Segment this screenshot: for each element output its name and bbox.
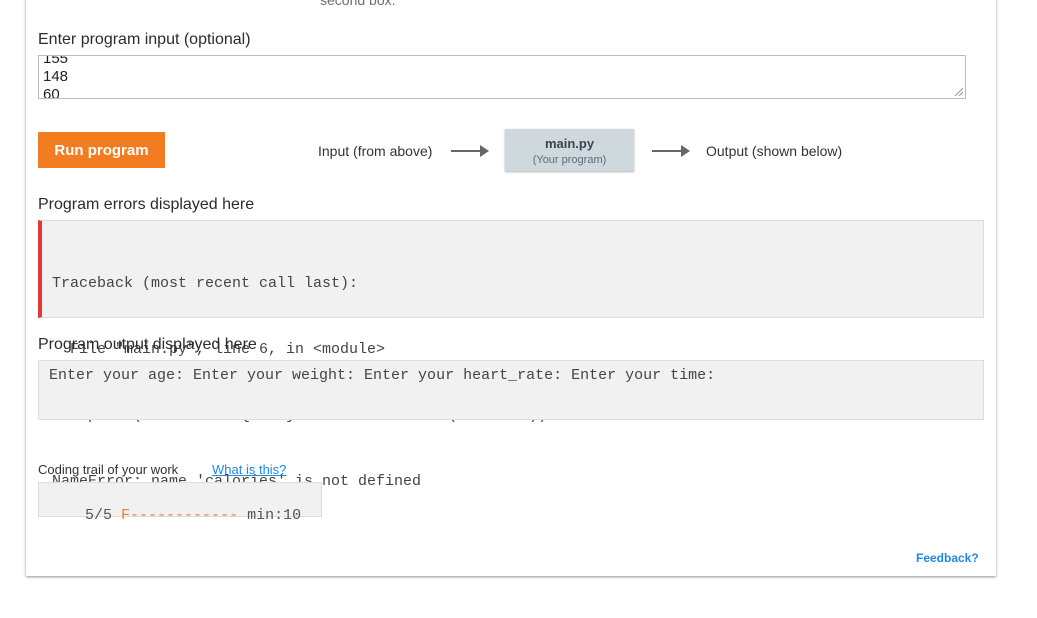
program-output-label: Program output displayed here <box>38 336 257 353</box>
trail-time: min:10 <box>247 507 302 524</box>
error-line: Traceback (most recent call last): <box>52 275 359 292</box>
trail-score: 5/5 <box>85 507 113 524</box>
input-line: 60 <box>43 86 60 99</box>
flow-output-text: Output (shown below) <box>706 143 843 159</box>
run-program-button[interactable]: Run program <box>38 132 165 168</box>
right-arrow-icon <box>451 145 489 157</box>
program-errors-box: Traceback (most recent call last): File … <box>38 220 984 490</box>
input-line: 148 <box>43 68 69 85</box>
resize-handle-icon[interactable] <box>955 88 963 96</box>
program-box: main.py (Your program) <box>505 129 634 171</box>
trail-marks: F------------ <box>121 507 239 524</box>
right-arrow-icon <box>652 145 690 157</box>
what-is-this-link[interactable]: What is this? <box>212 462 286 477</box>
program-output-box: Enter your age: Enter your weight: Enter… <box>38 360 984 420</box>
feedback-link[interactable]: Feedback? <box>916 551 979 565</box>
program-errors-label: Program errors displayed here <box>38 196 255 213</box>
coding-trail-label: Coding trail of your work <box>38 462 179 477</box>
flow-input-text: Input (from above) <box>318 143 433 159</box>
program-output-text: Enter your age: Enter your weight: Enter… <box>49 367 716 384</box>
input-line: 155 <box>43 55 69 67</box>
program-file-name: main.py <box>544 136 595 151</box>
program-subtitle: (Your program) <box>532 154 607 166</box>
coding-trail-box: 5/5 F------------ min:10 <box>38 482 322 524</box>
instruction-text-fragment: second box. <box>320 0 396 8</box>
program-input-label: Enter program input (optional) <box>38 31 251 48</box>
program-input-textarea[interactable]: 155 148 60 <box>38 55 966 99</box>
